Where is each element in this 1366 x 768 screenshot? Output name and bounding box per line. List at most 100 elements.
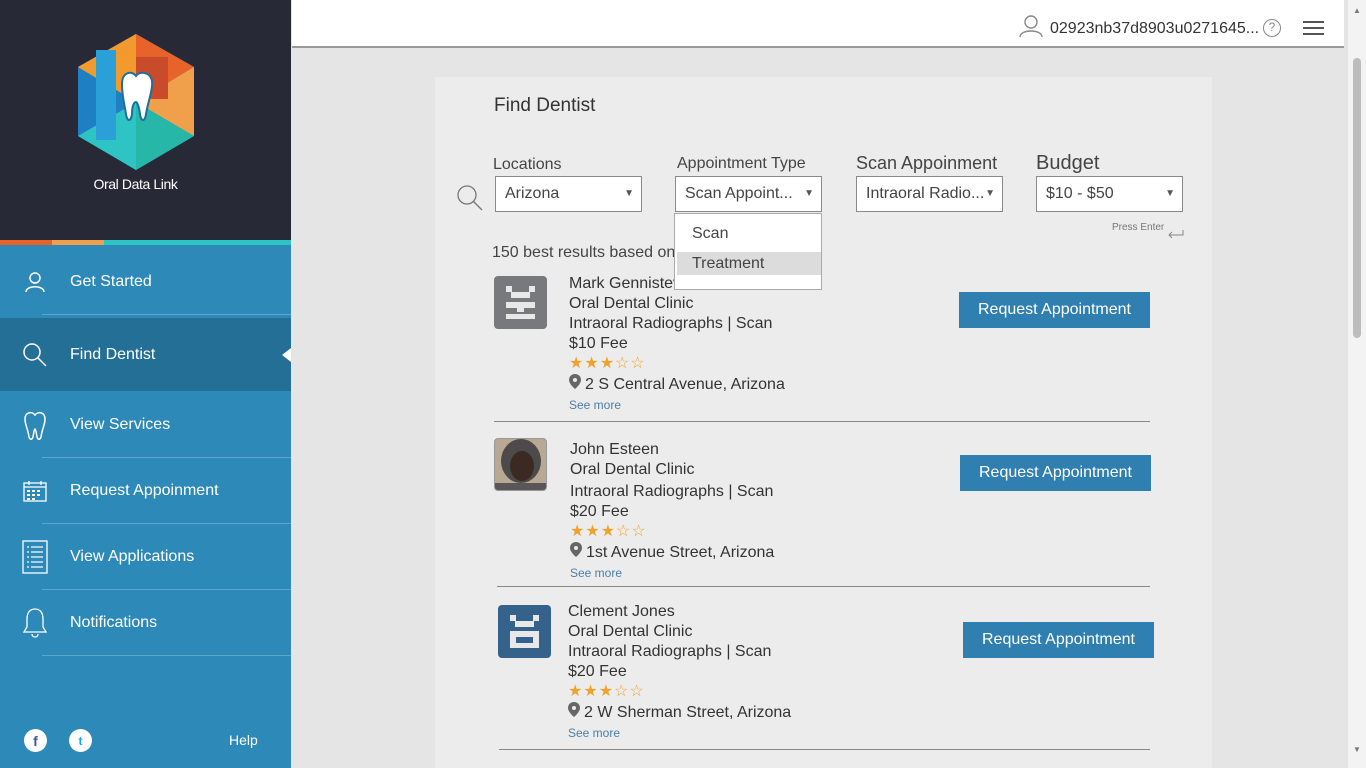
top-bar: 02923nb37d8903u0271645... ? <box>292 0 1344 48</box>
scan-appointment-value: Intraoral Radio... <box>866 185 985 202</box>
avatar <box>498 605 551 658</box>
page-title: Find Dentist <box>494 95 596 116</box>
see-more-link[interactable]: See more <box>569 395 785 415</box>
results-count: 150 best results based on <box>492 244 676 261</box>
sidebar-item-label: Get Started <box>70 273 152 290</box>
oral-data-link-logo <box>78 34 194 170</box>
dentist-name[interactable]: John Esteen <box>570 440 774 460</box>
scrollbar[interactable]: ▲ ▼ <box>1348 0 1366 768</box>
dentist-info: Clement Jones Oral Dental Clinic Intraor… <box>568 602 791 743</box>
enter-key-icon <box>1168 225 1184 243</box>
dentist-name[interactable]: Clement Jones <box>568 602 791 622</box>
help-icon[interactable]: ? <box>1263 19 1281 37</box>
sidebar: Oral Data Link Get Started Find Dentist … <box>0 0 291 768</box>
fee: $20 Fee <box>570 503 629 520</box>
appointment-type-label: Appointment Type <box>677 155 806 172</box>
brand-name: Oral Data Link <box>93 176 178 192</box>
scroll-up-arrow-icon[interactable]: ▲ <box>1353 6 1361 15</box>
map-pin-icon <box>569 374 581 395</box>
appointment-type-value: Scan Appoint... <box>685 185 793 202</box>
clinic-name: Oral Dental Clinic <box>568 623 693 640</box>
press-enter-hint: Press Enter <box>1112 222 1165 233</box>
sidebar-item-label: Request Appoinment <box>70 482 219 499</box>
dropdown-option-scan[interactable]: Scan <box>677 222 821 245</box>
avatar <box>494 438 547 491</box>
sidebar-item-label: View Applications <box>70 548 195 565</box>
address: 1st Avenue Street, Arizona <box>586 543 775 561</box>
hamburger-menu-icon[interactable] <box>1303 21 1324 36</box>
service-type: Intraoral Radiographs | Scan <box>568 643 772 660</box>
document-list-icon <box>0 540 70 574</box>
map-pin-icon <box>568 702 580 723</box>
divider <box>497 586 1150 587</box>
locations-value: Arizona <box>505 185 560 202</box>
user-icon[interactable] <box>1019 14 1043 43</box>
user-icon <box>0 271 70 293</box>
active-indicator <box>282 348 291 362</box>
address-line: 2 S Central Avenue, Arizona <box>569 374 785 395</box>
budget-value: $10 - $50 <box>1046 185 1114 202</box>
tooth-icon <box>0 410 70 440</box>
request-appointment-button[interactable]: Request Appointment <box>963 622 1154 658</box>
chevron-down-icon: ▼ <box>624 188 634 199</box>
fee: $20 Fee <box>568 663 627 680</box>
sidebar-item-label: Notifications <box>70 614 158 631</box>
facebook-icon[interactable]: f <box>24 729 47 752</box>
request-appointment-button[interactable]: Request Appointment <box>960 455 1151 491</box>
sidebar-item-find-dentist[interactable]: Find Dentist <box>0 318 291 391</box>
address-line: 2 W Sherman Street, Arizona <box>568 702 791 723</box>
divider <box>499 749 1150 750</box>
user-id[interactable]: 02923nb37d8903u0271645... <box>1050 20 1259 38</box>
sidebar-item-view-services[interactable]: View Services <box>0 392 291 458</box>
locations-select[interactable]: Arizona ▼ <box>495 176 642 212</box>
budget-label: Budget <box>1036 152 1100 174</box>
sidebar-item-label: View Services <box>70 416 171 433</box>
request-appointment-button[interactable]: Request Appointment <box>959 292 1150 328</box>
map-pin-icon <box>570 542 582 563</box>
fee: $10 Fee <box>569 335 628 352</box>
sidebar-item-notifications[interactable]: Notifications <box>0 590 291 656</box>
star-rating: ★★★☆☆ <box>568 683 645 700</box>
budget-select[interactable]: $10 - $50 ▼ <box>1036 176 1183 212</box>
brand-color-strip <box>0 240 291 245</box>
search-icon <box>0 342 70 368</box>
social-links: f t <box>24 729 92 752</box>
clinic-name: Oral Dental Clinic <box>569 295 694 312</box>
divider <box>42 655 291 656</box>
appointment-type-dropdown: Scan Treatment <box>674 213 822 290</box>
chevron-down-icon: ▼ <box>985 188 995 199</box>
search-icon[interactable] <box>456 184 484 217</box>
twitter-icon[interactable]: t <box>69 729 92 752</box>
sidebar-item-label: Find Dentist <box>70 345 156 363</box>
appointment-type-select[interactable]: Scan Appoint... ▼ <box>675 176 822 212</box>
sidebar-item-request-appointment[interactable]: Request Appoinment <box>0 458 291 524</box>
help-link[interactable]: Help <box>229 732 258 748</box>
find-dentist-panel: Find Dentist Locations Arizona ▼ Appoint… <box>435 77 1212 768</box>
dropdown-option-treatment[interactable]: Treatment <box>677 252 821 275</box>
bell-icon <box>0 607 70 639</box>
address-line: 1st Avenue Street, Arizona <box>570 542 774 563</box>
address: 2 S Central Avenue, Arizona <box>585 375 785 393</box>
calendar-icon <box>0 480 70 502</box>
service-type: Intraoral Radiographs | Scan <box>569 315 773 332</box>
divider <box>494 421 1150 422</box>
brand-area: Oral Data Link <box>0 0 291 240</box>
divider <box>42 314 291 315</box>
address: 2 W Sherman Street, Arizona <box>584 703 792 721</box>
chevron-down-icon: ▼ <box>804 188 814 199</box>
star-rating: ★★★☆☆ <box>569 355 646 372</box>
sidebar-item-view-applications[interactable]: View Applications <box>0 524 291 590</box>
chevron-down-icon: ▼ <box>1165 188 1175 199</box>
service-type: Intraoral Radiographs | Scan <box>570 483 774 500</box>
avatar <box>494 276 547 329</box>
see-more-link[interactable]: See more <box>568 723 791 743</box>
scroll-thumb[interactable] <box>1353 58 1361 338</box>
dentist-info: Mark Gennistev Oral Dental Clinic Intrao… <box>569 274 785 415</box>
see-more-link[interactable]: See more <box>570 563 774 583</box>
star-rating: ★★★☆☆ <box>570 523 647 540</box>
scroll-down-arrow-icon[interactable]: ▼ <box>1353 745 1361 754</box>
dentist-info: John Esteen Oral Dental Clinic Intraoral… <box>570 440 774 583</box>
scan-appointment-select[interactable]: Intraoral Radio... ▼ <box>856 176 1003 212</box>
sidebar-item-get-started[interactable]: Get Started <box>0 249 291 315</box>
clinic-name: Oral Dental Clinic <box>570 461 695 478</box>
